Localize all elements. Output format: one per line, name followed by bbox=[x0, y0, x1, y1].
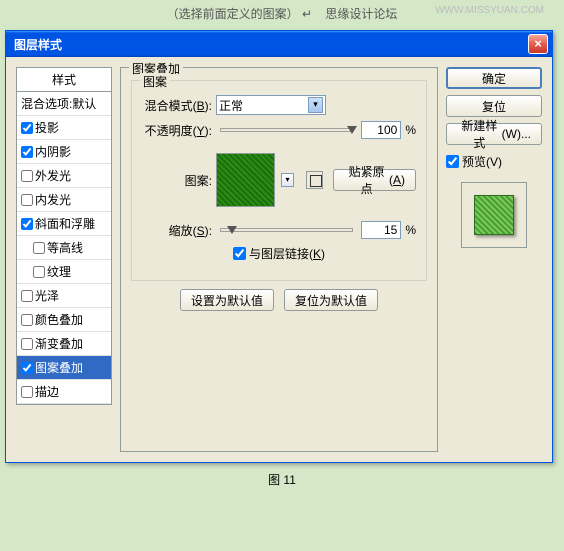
blend-options-label: 混合选项:默认 bbox=[21, 95, 96, 112]
pattern-picker-arrow[interactable]: ▾ bbox=[281, 173, 294, 187]
style-label: 内阴影 bbox=[35, 143, 71, 160]
style-checkbox[interactable] bbox=[21, 170, 33, 182]
figure-caption: 图 11 bbox=[0, 463, 564, 492]
pattern-swatch[interactable] bbox=[216, 153, 275, 207]
scale-label: 缩放(S): bbox=[142, 222, 212, 239]
styles-header[interactable]: 样式 bbox=[16, 67, 112, 92]
preview-box bbox=[461, 182, 527, 248]
snap-origin-icon[interactable] bbox=[306, 171, 323, 189]
scale-input[interactable]: 15 bbox=[361, 221, 401, 239]
styles-list: 混合选项:默认 投影内阴影外发光内发光斜面和浮雕等高线纹理光泽颜色叠加渐变叠加图… bbox=[16, 92, 112, 405]
style-label: 光泽 bbox=[35, 287, 59, 304]
scale-unit: % bbox=[405, 223, 416, 237]
pattern-row: 图案: ▾ 贴紧原点(A) bbox=[142, 153, 416, 207]
opacity-label: 不透明度(Y): bbox=[142, 122, 212, 139]
style-checkbox[interactable] bbox=[21, 146, 33, 158]
new-style-button[interactable]: 新建样式(W)... bbox=[446, 123, 542, 145]
note-arrow: ↵ bbox=[302, 7, 312, 21]
style-label: 等高线 bbox=[47, 239, 83, 256]
style-label: 斜面和浮雕 bbox=[35, 215, 95, 232]
default-buttons-row: 设置为默认值 复位为默认值 bbox=[131, 289, 427, 311]
scale-row: 缩放(S): 15 % bbox=[142, 221, 416, 239]
cancel-button[interactable]: 复位 bbox=[446, 95, 542, 117]
set-default-button[interactable]: 设置为默认值 bbox=[180, 289, 274, 311]
blend-options-row[interactable]: 混合选项:默认 bbox=[17, 92, 111, 116]
style-checkbox[interactable] bbox=[21, 218, 33, 230]
style-checkbox[interactable] bbox=[21, 290, 33, 302]
style-label: 内发光 bbox=[35, 191, 71, 208]
style-item[interactable]: 外发光 bbox=[17, 164, 111, 188]
opacity-row: 不透明度(Y): 100 % bbox=[142, 121, 416, 139]
pattern-overlay-group: 图案叠加 图案 混合模式(B): 正常 ▾ 不透明度(Y): 100 bbox=[120, 67, 438, 452]
style-checkbox[interactable] bbox=[21, 338, 33, 350]
style-checkbox[interactable] bbox=[33, 242, 45, 254]
style-checkbox[interactable] bbox=[33, 266, 45, 278]
opacity-slider[interactable] bbox=[220, 128, 353, 132]
style-label: 纹理 bbox=[47, 263, 71, 280]
forum-name: 思缘设计论坛 bbox=[325, 7, 397, 21]
link-layer-check[interactable] bbox=[233, 247, 246, 260]
styles-panel: 样式 混合选项:默认 投影内阴影外发光内发光斜面和浮雕等高线纹理光泽颜色叠加渐变… bbox=[16, 67, 112, 452]
ok-button[interactable]: 确定 bbox=[446, 67, 542, 89]
style-item[interactable]: 投影 bbox=[17, 116, 111, 140]
style-item[interactable]: 光泽 bbox=[17, 284, 111, 308]
pattern-label: 图案: bbox=[142, 172, 212, 189]
watermark: WWW.MISSYUAN.COM bbox=[435, 5, 544, 16]
style-label: 颜色叠加 bbox=[35, 311, 83, 328]
style-item[interactable]: 纹理 bbox=[17, 260, 111, 284]
opacity-input[interactable]: 100 bbox=[361, 121, 401, 139]
style-item[interactable]: 等高线 bbox=[17, 236, 111, 260]
style-checkbox[interactable] bbox=[21, 362, 33, 374]
blend-mode-row: 混合模式(B): 正常 ▾ bbox=[142, 95, 416, 115]
link-row: 与图层链接(K) bbox=[142, 245, 416, 262]
pattern-section: 图案 混合模式(B): 正常 ▾ 不透明度(Y): 100 % bbox=[131, 80, 427, 281]
link-layer-checkbox[interactable]: 与图层链接(K) bbox=[233, 245, 325, 262]
dialog-title: 图层样式 bbox=[14, 36, 528, 53]
preview-check[interactable] bbox=[446, 155, 459, 168]
scale-slider[interactable] bbox=[220, 228, 353, 232]
preview-checkbox[interactable]: 预览(V) bbox=[446, 153, 542, 170]
chevron-down-icon: ▾ bbox=[308, 97, 323, 113]
close-button[interactable]: × bbox=[528, 34, 548, 54]
section-legend: 图案 bbox=[140, 73, 170, 90]
settings-panel: 图案叠加 图案 混合模式(B): 正常 ▾ 不透明度(Y): 100 bbox=[120, 67, 438, 452]
style-checkbox[interactable] bbox=[21, 122, 33, 134]
style-item[interactable]: 颜色叠加 bbox=[17, 308, 111, 332]
style-label: 图案叠加 bbox=[35, 359, 83, 376]
style-checkbox[interactable] bbox=[21, 386, 33, 398]
style-item[interactable]: 渐变叠加 bbox=[17, 332, 111, 356]
style-item[interactable]: 斜面和浮雕 bbox=[17, 212, 111, 236]
style-checkbox[interactable] bbox=[21, 314, 33, 326]
style-label: 外发光 bbox=[35, 167, 71, 184]
style-label: 渐变叠加 bbox=[35, 335, 83, 352]
style-item[interactable]: 内阴影 bbox=[17, 140, 111, 164]
style-item[interactable]: 描边 bbox=[17, 380, 111, 404]
layer-style-dialog: 图层样式 × 样式 混合选项:默认 投影内阴影外发光内发光斜面和浮雕等高线纹理光… bbox=[5, 30, 553, 463]
note-text: （选择前面定义的图案） bbox=[167, 7, 299, 21]
style-checkbox[interactable] bbox=[21, 194, 33, 206]
style-item[interactable]: 内发光 bbox=[17, 188, 111, 212]
blend-mode-label: 混合模式(B): bbox=[142, 97, 212, 114]
preview-swatch bbox=[474, 195, 514, 235]
right-buttons-panel: 确定 复位 新建样式(W)... 预览(V) bbox=[446, 67, 542, 452]
reset-default-button[interactable]: 复位为默认值 bbox=[284, 289, 378, 311]
snap-origin-button[interactable]: 贴紧原点(A) bbox=[333, 169, 416, 191]
opacity-unit: % bbox=[405, 123, 416, 137]
dialog-content: 样式 混合选项:默认 投影内阴影外发光内发光斜面和浮雕等高线纹理光泽颜色叠加渐变… bbox=[6, 57, 552, 462]
style-item[interactable]: 图案叠加 bbox=[17, 356, 111, 380]
style-label: 投影 bbox=[35, 119, 59, 136]
blend-mode-select[interactable]: 正常 ▾ bbox=[216, 95, 326, 115]
titlebar[interactable]: 图层样式 × bbox=[6, 31, 552, 57]
page-header: （选择前面定义的图案） ↵ 思缘设计论坛 WWW.MISSYUAN.COM bbox=[0, 0, 564, 30]
blend-mode-value: 正常 bbox=[219, 97, 243, 114]
style-label: 描边 bbox=[35, 383, 59, 400]
